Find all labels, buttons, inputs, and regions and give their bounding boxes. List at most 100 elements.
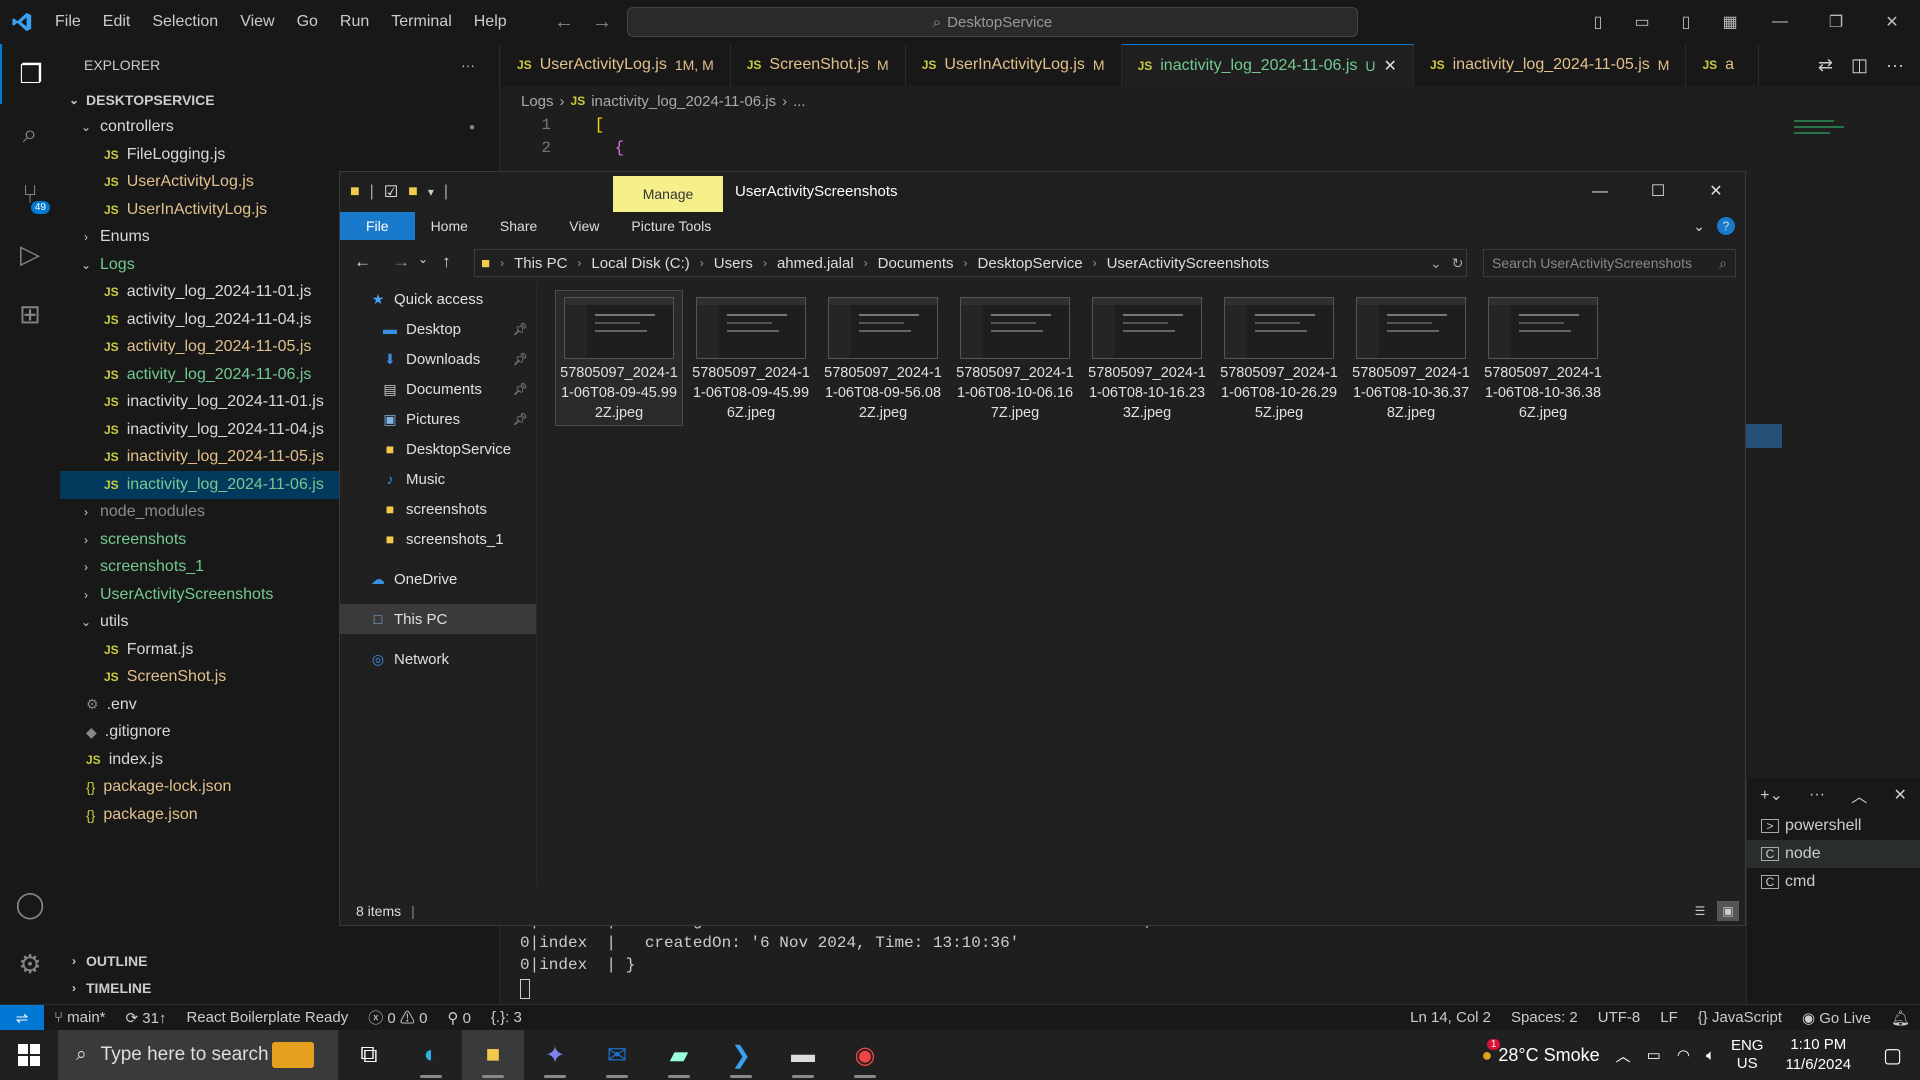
minimize-button[interactable]: — bbox=[1752, 13, 1808, 31]
address-dropdown-icon[interactable]: ⌄ bbox=[1430, 255, 1442, 272]
recent-locations-icon[interactable]: ⌄ bbox=[418, 252, 428, 272]
address-segment[interactable]: Local Disk (C:) bbox=[591, 255, 689, 272]
tree-folder[interactable]: ⌄ controllers ● bbox=[60, 114, 499, 142]
maximize-panel-icon[interactable]: ︿ bbox=[1851, 783, 1867, 807]
windows-start-icon[interactable] bbox=[0, 1030, 58, 1080]
more-actions-icon[interactable]: ··· bbox=[1886, 55, 1904, 76]
forward-arrow-icon[interactable]: → bbox=[393, 252, 410, 272]
problems-status[interactable]: ⓧ 0 ⚠ 0 bbox=[358, 1007, 437, 1028]
battery-icon[interactable]: ▭ bbox=[1639, 1046, 1669, 1064]
expand-ribbon-icon[interactable]: ⌄ bbox=[1693, 218, 1705, 235]
minimap[interactable] bbox=[1794, 118, 1850, 148]
menu-edit[interactable]: Edit bbox=[92, 0, 142, 44]
split-editor-icon[interactable]: ◫ bbox=[1851, 55, 1868, 76]
nav-item[interactable]: ■ DesktopService bbox=[340, 434, 536, 464]
command-center-search[interactable]: ⌕ DesktopService bbox=[627, 7, 1358, 37]
file-item[interactable]: 57805097_2024-11-06T08-10-36.378Z.jpeg bbox=[1347, 290, 1475, 426]
indentation[interactable]: Spaces: 2 bbox=[1501, 1009, 1588, 1027]
close-button[interactable]: ✕ bbox=[1864, 12, 1920, 32]
cursor-position[interactable]: Ln 14, Col 2 bbox=[1400, 1009, 1501, 1027]
address-bar[interactable]: ■ › This PC › Local Disk (C:) › Users › ahmed.j… bbox=[474, 249, 1467, 277]
menu-file[interactable]: File bbox=[44, 0, 92, 44]
more-actions-icon[interactable]: ··· bbox=[1809, 786, 1825, 804]
close-tab-icon[interactable]: ✕ bbox=[1384, 56, 1397, 76]
large-icons-view-icon[interactable]: ▣ bbox=[1717, 901, 1739, 921]
menu-selection[interactable]: Selection bbox=[141, 0, 229, 44]
compare-icon[interactable]: ⇄ bbox=[1818, 55, 1833, 76]
outlook-icon[interactable]: ✉ bbox=[586, 1030, 648, 1080]
close-button[interactable]: ✕ bbox=[1687, 172, 1745, 212]
terminal-shell-item[interactable]: Ccmd bbox=[1747, 868, 1920, 896]
editor-tab[interactable]: JS UserInActivityLog.js M bbox=[906, 44, 1122, 86]
tree-file[interactable]: JS FileLogging.js bbox=[60, 141, 499, 169]
react-status[interactable]: React Boilerplate Ready bbox=[176, 1009, 358, 1026]
outline-section[interactable]: › OUTLINE bbox=[60, 947, 500, 975]
ribbon-tab-picture-tools[interactable]: Picture Tools bbox=[615, 218, 727, 234]
clock[interactable]: 1:10 PM 11/6/2024 bbox=[1771, 1035, 1865, 1075]
wifi-icon[interactable]: ◠ bbox=[1669, 1046, 1698, 1064]
timeline-section[interactable]: › TIMELINE bbox=[60, 975, 500, 1003]
chevron-right-icon[interactable]: › bbox=[759, 256, 771, 270]
minimize-button[interactable]: — bbox=[1571, 172, 1629, 212]
refresh-icon[interactable]: ↻ bbox=[1452, 255, 1464, 272]
menu-help[interactable]: Help bbox=[463, 0, 518, 44]
new-folder-icon[interactable]: ■ bbox=[408, 183, 418, 201]
chevron-up-icon[interactable]: ︿ bbox=[1608, 1045, 1639, 1066]
forward-arrow-icon[interactable]: → bbox=[592, 11, 612, 34]
chevron-right-icon[interactable]: › bbox=[860, 256, 872, 270]
nav-item[interactable]: ★ Quick access bbox=[340, 284, 536, 314]
nav-item[interactable]: ⬇ Downloads 📌︎ bbox=[340, 344, 536, 374]
nav-item[interactable]: ▣ Pictures 📌︎ bbox=[340, 404, 536, 434]
customize-toolbar-icon[interactable]: ▾ bbox=[428, 185, 434, 199]
new-terminal-icon[interactable]: +⌄ bbox=[1760, 785, 1783, 805]
nav-item[interactable]: ☁ OneDrive bbox=[340, 564, 536, 594]
file-item[interactable]: 57805097_2024-11-06T08-10-36.386Z.jpeg bbox=[1479, 290, 1607, 426]
file-item[interactable]: 57805097_2024-11-06T08-09-45.992Z.jpeg bbox=[555, 290, 683, 426]
file-item[interactable]: 57805097_2024-11-06T08-09-45.996Z.jpeg bbox=[687, 290, 815, 426]
project-folder[interactable]: ⌄ DESKTOPSERVICE bbox=[60, 86, 499, 114]
edge-icon[interactable]: ◐ bbox=[400, 1030, 462, 1080]
details-view-icon[interactable]: ☰ bbox=[1689, 901, 1711, 921]
breadcrumb-file[interactable]: inactivity_log_2024-11-06.js bbox=[591, 93, 776, 110]
menu-go[interactable]: Go bbox=[286, 0, 329, 44]
customize-layout-icon[interactable]: ▦ bbox=[1708, 12, 1752, 32]
chevron-right-icon[interactable]: › bbox=[696, 256, 708, 270]
file-explorer-icon[interactable]: ■ bbox=[462, 1030, 524, 1080]
braces-status[interactable]: {.}: 3 bbox=[481, 1009, 532, 1026]
language-mode[interactable]: {} JavaScript bbox=[1688, 1009, 1792, 1027]
file-item[interactable]: 57805097_2024-11-06T08-10-26.295Z.jpeg bbox=[1215, 290, 1343, 426]
help-icon[interactable]: ? bbox=[1717, 217, 1735, 235]
editor-tab[interactable]: JS inactivity_log_2024-11-05.js M bbox=[1414, 44, 1687, 86]
breadcrumb-folder[interactable]: Logs bbox=[521, 93, 554, 110]
address-segment[interactable]: DesktopService bbox=[978, 255, 1083, 272]
properties-icon[interactable]: ☑ bbox=[384, 182, 398, 202]
gear-icon[interactable]: ⚙ bbox=[0, 934, 60, 994]
address-segment[interactable]: This PC bbox=[514, 255, 567, 272]
sync-status[interactable]: ⟳ 31↑ bbox=[116, 1009, 177, 1027]
remote-icon[interactable]: ⇌ bbox=[0, 1004, 44, 1031]
nav-item[interactable]: ■ screenshots bbox=[340, 494, 536, 524]
address-segment[interactable]: Documents bbox=[878, 255, 954, 272]
breadcrumb-more[interactable]: ... bbox=[793, 93, 806, 110]
editor-tab[interactable]: JS ScreenShot.js M bbox=[731, 44, 906, 86]
teams-icon[interactable]: ✦ bbox=[524, 1030, 586, 1080]
vscode-taskbar-icon[interactable]: ❯ bbox=[710, 1030, 772, 1080]
taskbar-search[interactable]: ⌕ Type here to search bbox=[58, 1030, 338, 1080]
nav-item[interactable]: ▤ Documents 📌︎ bbox=[340, 374, 536, 404]
editor-tab[interactable]: JS UserActivityLog.js 1M, M bbox=[501, 44, 731, 86]
file-item[interactable]: 57805097_2024-11-06T08-10-16.233Z.jpeg bbox=[1083, 290, 1211, 426]
menu-terminal[interactable]: Terminal bbox=[380, 0, 462, 44]
bell-icon[interactable]: 🔔︎ bbox=[1881, 1009, 1920, 1027]
more-actions-icon[interactable]: ··· bbox=[461, 57, 475, 73]
toggle-panel-icon[interactable]: ▭ bbox=[1620, 12, 1664, 32]
branch-status[interactable]: ⑂ main* bbox=[44, 1009, 116, 1026]
address-segment[interactable]: Users bbox=[714, 255, 753, 272]
nav-item[interactable]: □ This PC bbox=[340, 604, 536, 634]
back-arrow-icon[interactable]: ← bbox=[554, 11, 574, 34]
ribbon-tab-home[interactable]: Home bbox=[415, 218, 484, 234]
nav-item[interactable]: ◎ Network bbox=[340, 644, 536, 674]
ribbon-tab-file[interactable]: File bbox=[340, 212, 415, 240]
extensions-icon[interactable]: ⊞ bbox=[0, 284, 60, 344]
menu-run[interactable]: Run bbox=[329, 0, 380, 44]
end-of-line[interactable]: LF bbox=[1650, 1009, 1688, 1027]
